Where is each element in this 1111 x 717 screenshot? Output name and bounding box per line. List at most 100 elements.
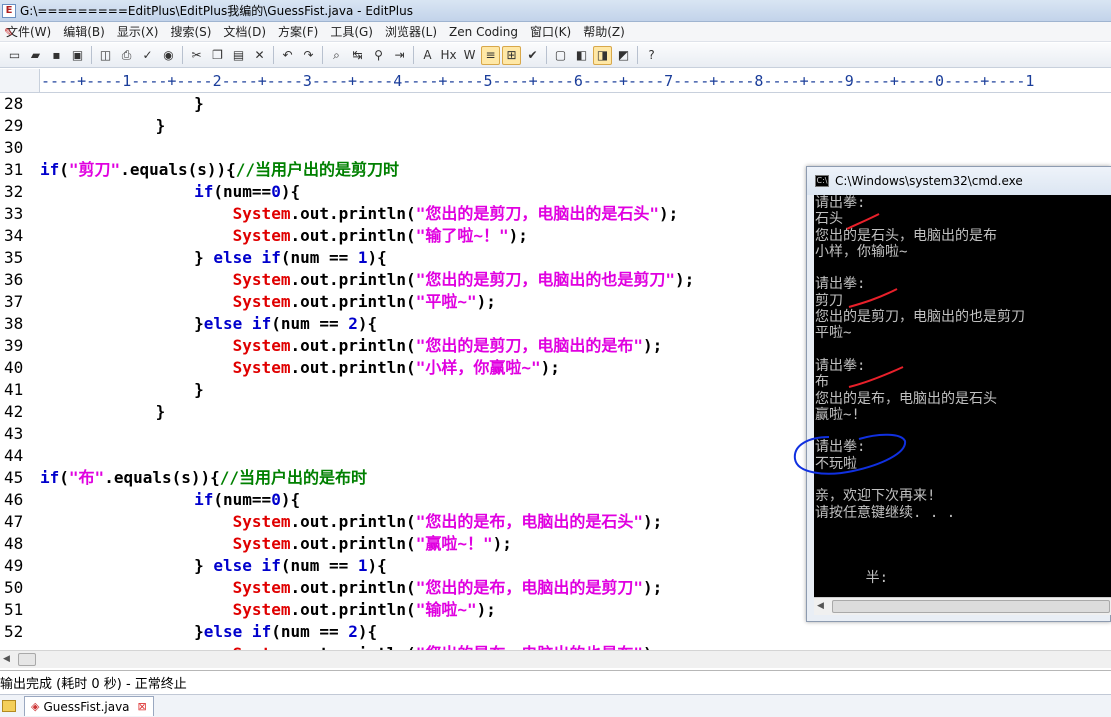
code-line[interactable]: 29 } xyxy=(0,115,1111,137)
code-token: else if xyxy=(213,248,281,267)
tab-guessfist-java[interactable]: ◈ GuessFist.java ⊠ xyxy=(24,696,154,716)
scrollbar-thumb[interactable] xyxy=(832,600,1110,613)
hex-view-icon[interactable]: Hx xyxy=(439,46,458,65)
ruler-icon[interactable]: ⊞ xyxy=(502,45,521,65)
menu-item-10[interactable]: 帮助(Z) xyxy=(577,22,631,42)
code-token: "您出的是布，电脑出的是剪刀" xyxy=(415,578,643,597)
code-token: System xyxy=(232,336,291,355)
code-token: else if xyxy=(203,314,272,333)
cliptext-icon[interactable]: ◩ xyxy=(614,46,633,65)
code-token: "布" xyxy=(68,468,105,487)
menu-item-6[interactable]: 工具(G) xyxy=(324,22,379,42)
code-token: "剪刀" xyxy=(68,160,121,179)
check-icon[interactable]: ✔ xyxy=(523,46,542,65)
menu-item-3[interactable]: 搜索(S) xyxy=(164,22,217,42)
cmd-horizontal-scrollbar[interactable]: ◀ xyxy=(814,597,1111,615)
spell-check-icon[interactable]: ✓ xyxy=(138,46,157,65)
print-icon[interactable]: ⎙ xyxy=(117,46,136,65)
find-icon[interactable]: ⌕ xyxy=(327,46,346,65)
code-token: //当用户出的是剪刀时 xyxy=(235,160,400,179)
new-file-icon[interactable]: ▭ xyxy=(5,46,24,65)
paste-icon[interactable]: ▤ xyxy=(229,46,248,65)
code-line[interactable]: 30 xyxy=(0,137,1111,159)
full-screen-icon[interactable]: ▢ xyxy=(551,46,570,65)
code-token: 1 xyxy=(357,248,368,267)
code-token: } xyxy=(194,248,214,267)
line-number: 38 xyxy=(4,314,24,333)
line-number: 42 xyxy=(4,402,24,421)
browser-icon[interactable]: ◉ xyxy=(159,46,178,65)
scrollbar-thumb[interactable] xyxy=(18,653,36,666)
save-all-icon[interactable]: ▣ xyxy=(68,46,87,65)
console-line: 剪刀 xyxy=(815,292,843,309)
console-line: 请出拳: xyxy=(815,357,866,374)
code-token: .out.println( xyxy=(290,292,416,311)
menu-item-8[interactable]: Zen Coding xyxy=(443,22,524,42)
find-in-files-icon[interactable]: ⚲ xyxy=(369,46,388,65)
copy-icon[interactable]: ❐ xyxy=(208,46,227,65)
console-line: 不玩啦 xyxy=(815,455,857,472)
menu-item-4[interactable]: 文档(D) xyxy=(217,22,272,42)
help-icon[interactable]: ? xyxy=(642,46,661,65)
code-line[interactable]: 28 } xyxy=(0,93,1111,115)
menu-item-9[interactable]: 窗口(K) xyxy=(524,22,577,42)
line-number-icon[interactable]: ≡ xyxy=(481,45,500,65)
code-token: else if xyxy=(203,622,272,641)
save-icon[interactable]: ▪ xyxy=(47,46,66,65)
close-tab-icon[interactable]: ⊠ xyxy=(138,700,147,713)
goto-line-icon[interactable]: ⇥ xyxy=(390,46,409,65)
code-token: if xyxy=(40,160,60,179)
output-window-icon[interactable]: ◨ xyxy=(593,45,612,65)
scroll-left-icon[interactable]: ◀ xyxy=(817,601,824,611)
code-token: .out.println( xyxy=(290,534,416,553)
cut-icon[interactable]: ✂ xyxy=(187,46,206,65)
cmd-window[interactable]: C:\ C:\Windows\system32\cmd.exe 请出拳: 石头 您出… xyxy=(793,166,1111,622)
console-line: 您出的是剪刀，电脑出的也是剪刀 xyxy=(815,309,1025,326)
menu-item-2[interactable]: 显示(X) xyxy=(111,22,165,42)
word-wrap-icon[interactable]: W xyxy=(460,46,479,65)
editor-horizontal-scrollbar[interactable]: ◀ xyxy=(0,650,1111,668)
pencil-icon: ✎ xyxy=(4,26,14,39)
undo-icon[interactable]: ↶ xyxy=(278,46,297,65)
menu-item-1[interactable]: 编辑(B) xyxy=(57,22,111,42)
line-number: 37 xyxy=(4,292,24,311)
ruler-marks: ----+----1----+----2----+----3----+----4… xyxy=(41,72,1035,90)
line-number: 30 xyxy=(4,138,24,157)
code-token: "输了啦~！" xyxy=(415,226,509,245)
delete-icon[interactable]: ✕ xyxy=(250,46,269,65)
code-token: if xyxy=(194,490,214,509)
line-number: 50 xyxy=(4,578,24,597)
folder-icon[interactable] xyxy=(2,700,16,712)
line-number: 51 xyxy=(4,600,24,619)
menu-item-7[interactable]: 浏览器(L) xyxy=(379,22,443,42)
code-token: System xyxy=(232,226,291,245)
code-token: ); xyxy=(476,292,496,311)
directory-window-icon[interactable]: ◧ xyxy=(572,46,591,65)
menu-item-5[interactable]: 方案(F) xyxy=(272,22,324,42)
scroll-left-icon[interactable]: ◀ xyxy=(3,654,10,664)
line-number: 29 xyxy=(4,116,24,135)
print-preview-icon[interactable]: ◫ xyxy=(96,46,115,65)
line-number: 40 xyxy=(4,358,24,377)
font-icon[interactable]: A xyxy=(418,46,437,65)
replace-icon[interactable]: ↹ xyxy=(348,46,367,65)
redo-icon[interactable]: ↷ xyxy=(299,46,318,65)
toolbar-separator xyxy=(637,46,638,64)
cmd-title-bar[interactable]: C:\ C:\Windows\system32\cmd.exe xyxy=(807,167,1111,195)
cmd-console[interactable]: 请出拳: 石头 您出的是石头，电脑出的是布 小样，你输啦~ 请出拳: 剪刀 您出的是剪刀，电… xyxy=(814,195,1111,597)
open-folder-icon[interactable]: ▰ xyxy=(26,46,45,65)
code-token: System xyxy=(232,292,291,311)
code-line[interactable]: System.out.println("您出的是布，电脑出的也是布"); xyxy=(0,643,1111,650)
code-line[interactable]: 52 }else if(num == 2){ xyxy=(0,621,1111,643)
code-token: .out.println( xyxy=(290,578,416,597)
code-token: (num == xyxy=(280,248,358,267)
